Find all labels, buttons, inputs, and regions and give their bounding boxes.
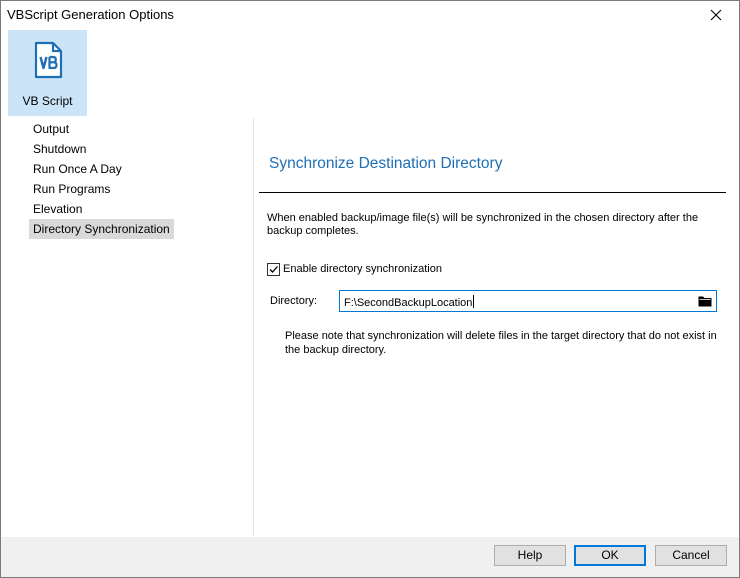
directory-input[interactable]: F:\SecondBackupLocation bbox=[339, 290, 717, 312]
enable-sync-label: Enable directory synchronization bbox=[283, 263, 442, 275]
enable-sync-checkbox[interactable] bbox=[267, 262, 280, 276]
window-title: VBScript Generation Options bbox=[7, 7, 174, 22]
options-nav: Output Shutdown Run Once A Day Run Progr… bbox=[8, 118, 254, 536]
cancel-button[interactable]: Cancel bbox=[655, 545, 727, 566]
folder-icon[interactable] bbox=[698, 295, 712, 307]
checkmark-icon bbox=[269, 265, 278, 273]
section-description: When enabled backup/image file(s) will b… bbox=[267, 212, 699, 237]
text-caret bbox=[473, 295, 475, 308]
directory-value: F:\SecondBackupLocation bbox=[344, 297, 473, 309]
help-button[interactable]: Help bbox=[494, 545, 566, 566]
nav-item-shutdown[interactable]: Shutdown bbox=[29, 139, 90, 159]
vb-script-file-icon bbox=[34, 41, 63, 79]
toolbar: VB Script bbox=[1, 29, 739, 117]
directory-label: Directory: bbox=[270, 295, 318, 307]
close-icon bbox=[710, 9, 722, 21]
nav-item-run-programs[interactable]: Run Programs bbox=[29, 179, 114, 199]
title-bar: VBScript Generation Options bbox=[1, 1, 739, 29]
content-panel: Synchronize Destination Directory When e… bbox=[255, 118, 739, 536]
toolbar-item-vb-script[interactable]: VB Script bbox=[8, 30, 87, 116]
nav-item-run-once-a-day[interactable]: Run Once A Day bbox=[29, 159, 126, 179]
section-title: Synchronize Destination Directory bbox=[269, 155, 503, 172]
ok-button[interactable]: OK bbox=[574, 545, 646, 566]
close-button[interactable] bbox=[693, 1, 739, 29]
nav-item-elevation[interactable]: Elevation bbox=[29, 199, 86, 219]
sync-warning-note: Please note that synchronization will de… bbox=[285, 330, 717, 356]
nav-item-output[interactable]: Output bbox=[29, 119, 73, 139]
dialog-window: VBScript Generation Options VB Script Ou… bbox=[0, 0, 740, 578]
toolbar-item-label: VB Script bbox=[22, 94, 73, 108]
nav-item-directory-synchronization[interactable]: Directory Synchronization bbox=[29, 219, 174, 239]
enable-sync-checkbox-row[interactable]: Enable directory synchronization bbox=[267, 261, 442, 277]
section-divider bbox=[259, 192, 726, 193]
button-bar: Help OK Cancel bbox=[1, 537, 739, 577]
